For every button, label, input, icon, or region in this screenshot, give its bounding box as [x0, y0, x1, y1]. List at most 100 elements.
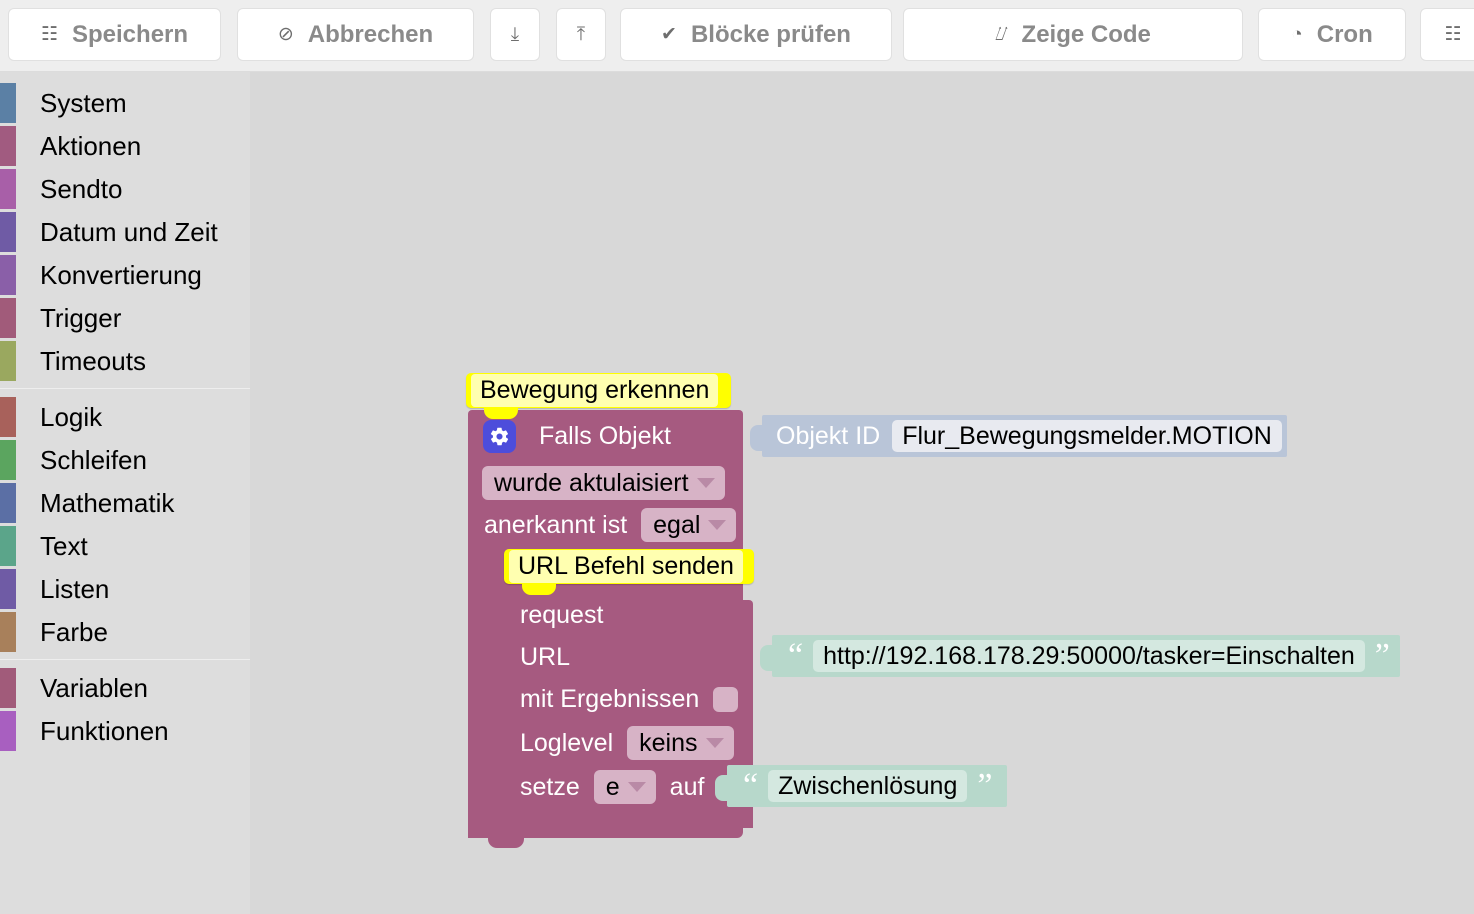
- sidebar-item-sendto[interactable]: Sendto: [0, 168, 250, 210]
- cancel-icon: ⊘: [277, 24, 294, 45]
- url-row: URL: [520, 638, 570, 676]
- sidebar-item-datum-und-zeit[interactable]: Datum und Zeit: [0, 211, 250, 253]
- category-color-swatch: [0, 255, 16, 295]
- check-blocks-button[interactable]: ✔ Blöcke prüfen: [620, 8, 892, 61]
- object-id-field[interactable]: Flur_Bewegungsmelder.MOTION: [892, 420, 1282, 452]
- toolbar: ☷ Speichern ⊘ Abbrechen ⤓ ⤒ ✔ Blöcke prü…: [0, 0, 1474, 72]
- loglevel-label: Loglevel: [520, 728, 614, 757]
- sidebar-item-variablen[interactable]: Variablen: [0, 667, 250, 709]
- save-button-label: Speichern: [72, 20, 189, 48]
- sidebar-separator: [0, 388, 250, 389]
- trigger-block-bottom-notch: [488, 836, 524, 848]
- loglevel-row: Loglevel keins: [520, 724, 734, 762]
- close-quote-icon: ”: [977, 766, 993, 804]
- sidebar-item-timeouts[interactable]: Timeouts: [0, 340, 250, 382]
- trigger-comment-bubble[interactable]: Bewegung erkennen: [466, 373, 731, 419]
- notebook-icon: ☷: [1444, 24, 1462, 45]
- sidebar-item-label: Sendto: [40, 173, 123, 204]
- sidebar-item-logik[interactable]: Logik: [0, 396, 250, 438]
- condition-dropdown-label: wurde aktulaisiert: [494, 469, 689, 497]
- sidebar-item-konvertierung[interactable]: Konvertierung: [0, 254, 250, 296]
- variable-dropdown-label: e: [605, 773, 620, 801]
- category-color-swatch: [0, 569, 16, 609]
- request-row: request: [520, 596, 603, 634]
- sidebar-item-label: Farbe: [40, 616, 108, 647]
- toolbox-sidebar[interactable]: System Aktionen Sendto Datum und Zeit Konver…: [0, 72, 250, 914]
- sidebar-item-label: Mathematik: [40, 487, 175, 518]
- close-quote-icon: ”: [1374, 636, 1390, 674]
- chevron-down-icon: [627, 782, 646, 792]
- sidebar-item-farbe[interactable]: Farbe: [0, 611, 250, 653]
- trigger-title-row: Falls Objekt: [483, 414, 671, 458]
- blockly-canvas[interactable]: Bewegung erkennen Falls Objekt Objekt ID…: [250, 72, 1474, 914]
- ack-dropdown[interactable]: egal: [641, 508, 737, 542]
- variable-dropdown[interactable]: e: [593, 770, 656, 804]
- check-icon: ✔: [661, 24, 677, 45]
- category-color-swatch: [0, 169, 16, 209]
- cancel-button-label: Abbrechen: [307, 20, 434, 48]
- url-plug: [760, 645, 774, 671]
- sidebar-item-mathematik[interactable]: Mathematik: [0, 482, 250, 524]
- export-button[interactable]: ⤓: [490, 8, 540, 61]
- sidebar-item-aktionen[interactable]: Aktionen: [0, 125, 250, 167]
- code-icon: ⌰: [995, 24, 1008, 45]
- url-field[interactable]: http://192.168.178.29:50000/tasker=Einsc…: [813, 640, 1365, 672]
- category-color-swatch: [0, 612, 16, 652]
- request-comment-bubble[interactable]: URL Befehl senden: [504, 549, 754, 595]
- sidebar-item-label: System: [40, 87, 127, 118]
- sidebar-item-label: Text: [40, 530, 88, 561]
- category-color-swatch: [0, 526, 16, 566]
- set-prefix-label: setze: [520, 772, 580, 801]
- object-id-value-block[interactable]: Objekt ID Flur_Bewegungsmelder.MOTION: [750, 415, 1287, 457]
- results-label: mit Ergebnissen: [520, 684, 700, 713]
- check-blocks-label: Blöcke prüfen: [690, 20, 851, 48]
- open-quote-icon: “: [743, 766, 759, 804]
- sidebar-item-label: Schleifen: [40, 444, 147, 475]
- loglevel-dropdown-label: keins: [639, 729, 698, 757]
- category-color-swatch: [0, 126, 16, 166]
- condition-dropdown[interactable]: wurde aktulaisiert: [482, 466, 725, 500]
- trigger-condition-row: wurde aktulaisiert: [482, 464, 725, 502]
- category-color-swatch: [0, 483, 16, 523]
- url-value-block[interactable]: “ http://192.168.178.29:50000/tasker=Ein…: [760, 635, 1400, 677]
- cancel-button[interactable]: ⊘ Abbrechen: [237, 8, 474, 61]
- category-color-swatch: [0, 668, 16, 708]
- cron-button[interactable]: ◔ Cron: [1258, 8, 1406, 61]
- sidebar-item-funktionen[interactable]: Funktionen: [0, 710, 250, 752]
- object-id-plug: [750, 425, 764, 451]
- set-value-block[interactable]: “ Zwischenlösung ”: [715, 765, 1007, 807]
- sidebar-item-text[interactable]: Text: [0, 525, 250, 567]
- set-value-field[interactable]: Zwischenlösung: [768, 770, 968, 802]
- clock-icon: ◔: [1291, 24, 1303, 45]
- sidebar-item-schleifen[interactable]: Schleifen: [0, 439, 250, 481]
- save-button[interactable]: ☷ Speichern: [8, 8, 221, 61]
- open-quote-icon: “: [788, 636, 804, 674]
- gear-icon[interactable]: [483, 419, 516, 453]
- category-color-swatch: [0, 83, 16, 123]
- trigger-comment-text: Bewegung erkennen: [471, 374, 719, 407]
- trigger-ack-row: anerkannt ist egal: [484, 506, 737, 544]
- import-button[interactable]: ⤒: [556, 8, 606, 61]
- set-value-plug: [715, 775, 729, 801]
- sidebar-item-label: Aktionen: [40, 130, 142, 161]
- sidebar-item-label: Konvertierung: [40, 259, 202, 290]
- sidebar-item-listen[interactable]: Listen: [0, 568, 250, 610]
- sidebar-item-system[interactable]: System: [0, 82, 250, 124]
- sidebar-item-label: Logik: [40, 401, 103, 432]
- results-checkbox[interactable]: [713, 686, 739, 712]
- trigger-title-label: Falls Objekt: [539, 421, 671, 450]
- sidebar-item-trigger[interactable]: Trigger: [0, 297, 250, 339]
- category-color-swatch: [0, 440, 16, 480]
- show-code-label: Zeige Code: [1021, 20, 1151, 48]
- ack-dropdown-label: egal: [653, 511, 701, 539]
- loglevel-dropdown[interactable]: keins: [627, 726, 734, 760]
- category-color-swatch: [0, 711, 16, 751]
- results-row: mit Ergebnissen: [520, 680, 739, 718]
- show-code-button[interactable]: ⌰ Zeige Code: [903, 8, 1243, 61]
- request-comment-notch: [522, 583, 556, 595]
- cron-button-label: Cron: [1316, 20, 1373, 48]
- category-color-swatch: [0, 397, 16, 437]
- chevron-down-icon: [696, 478, 715, 488]
- notebook-button[interactable]: ☷: [1420, 8, 1474, 61]
- category-color-swatch: [0, 212, 16, 252]
